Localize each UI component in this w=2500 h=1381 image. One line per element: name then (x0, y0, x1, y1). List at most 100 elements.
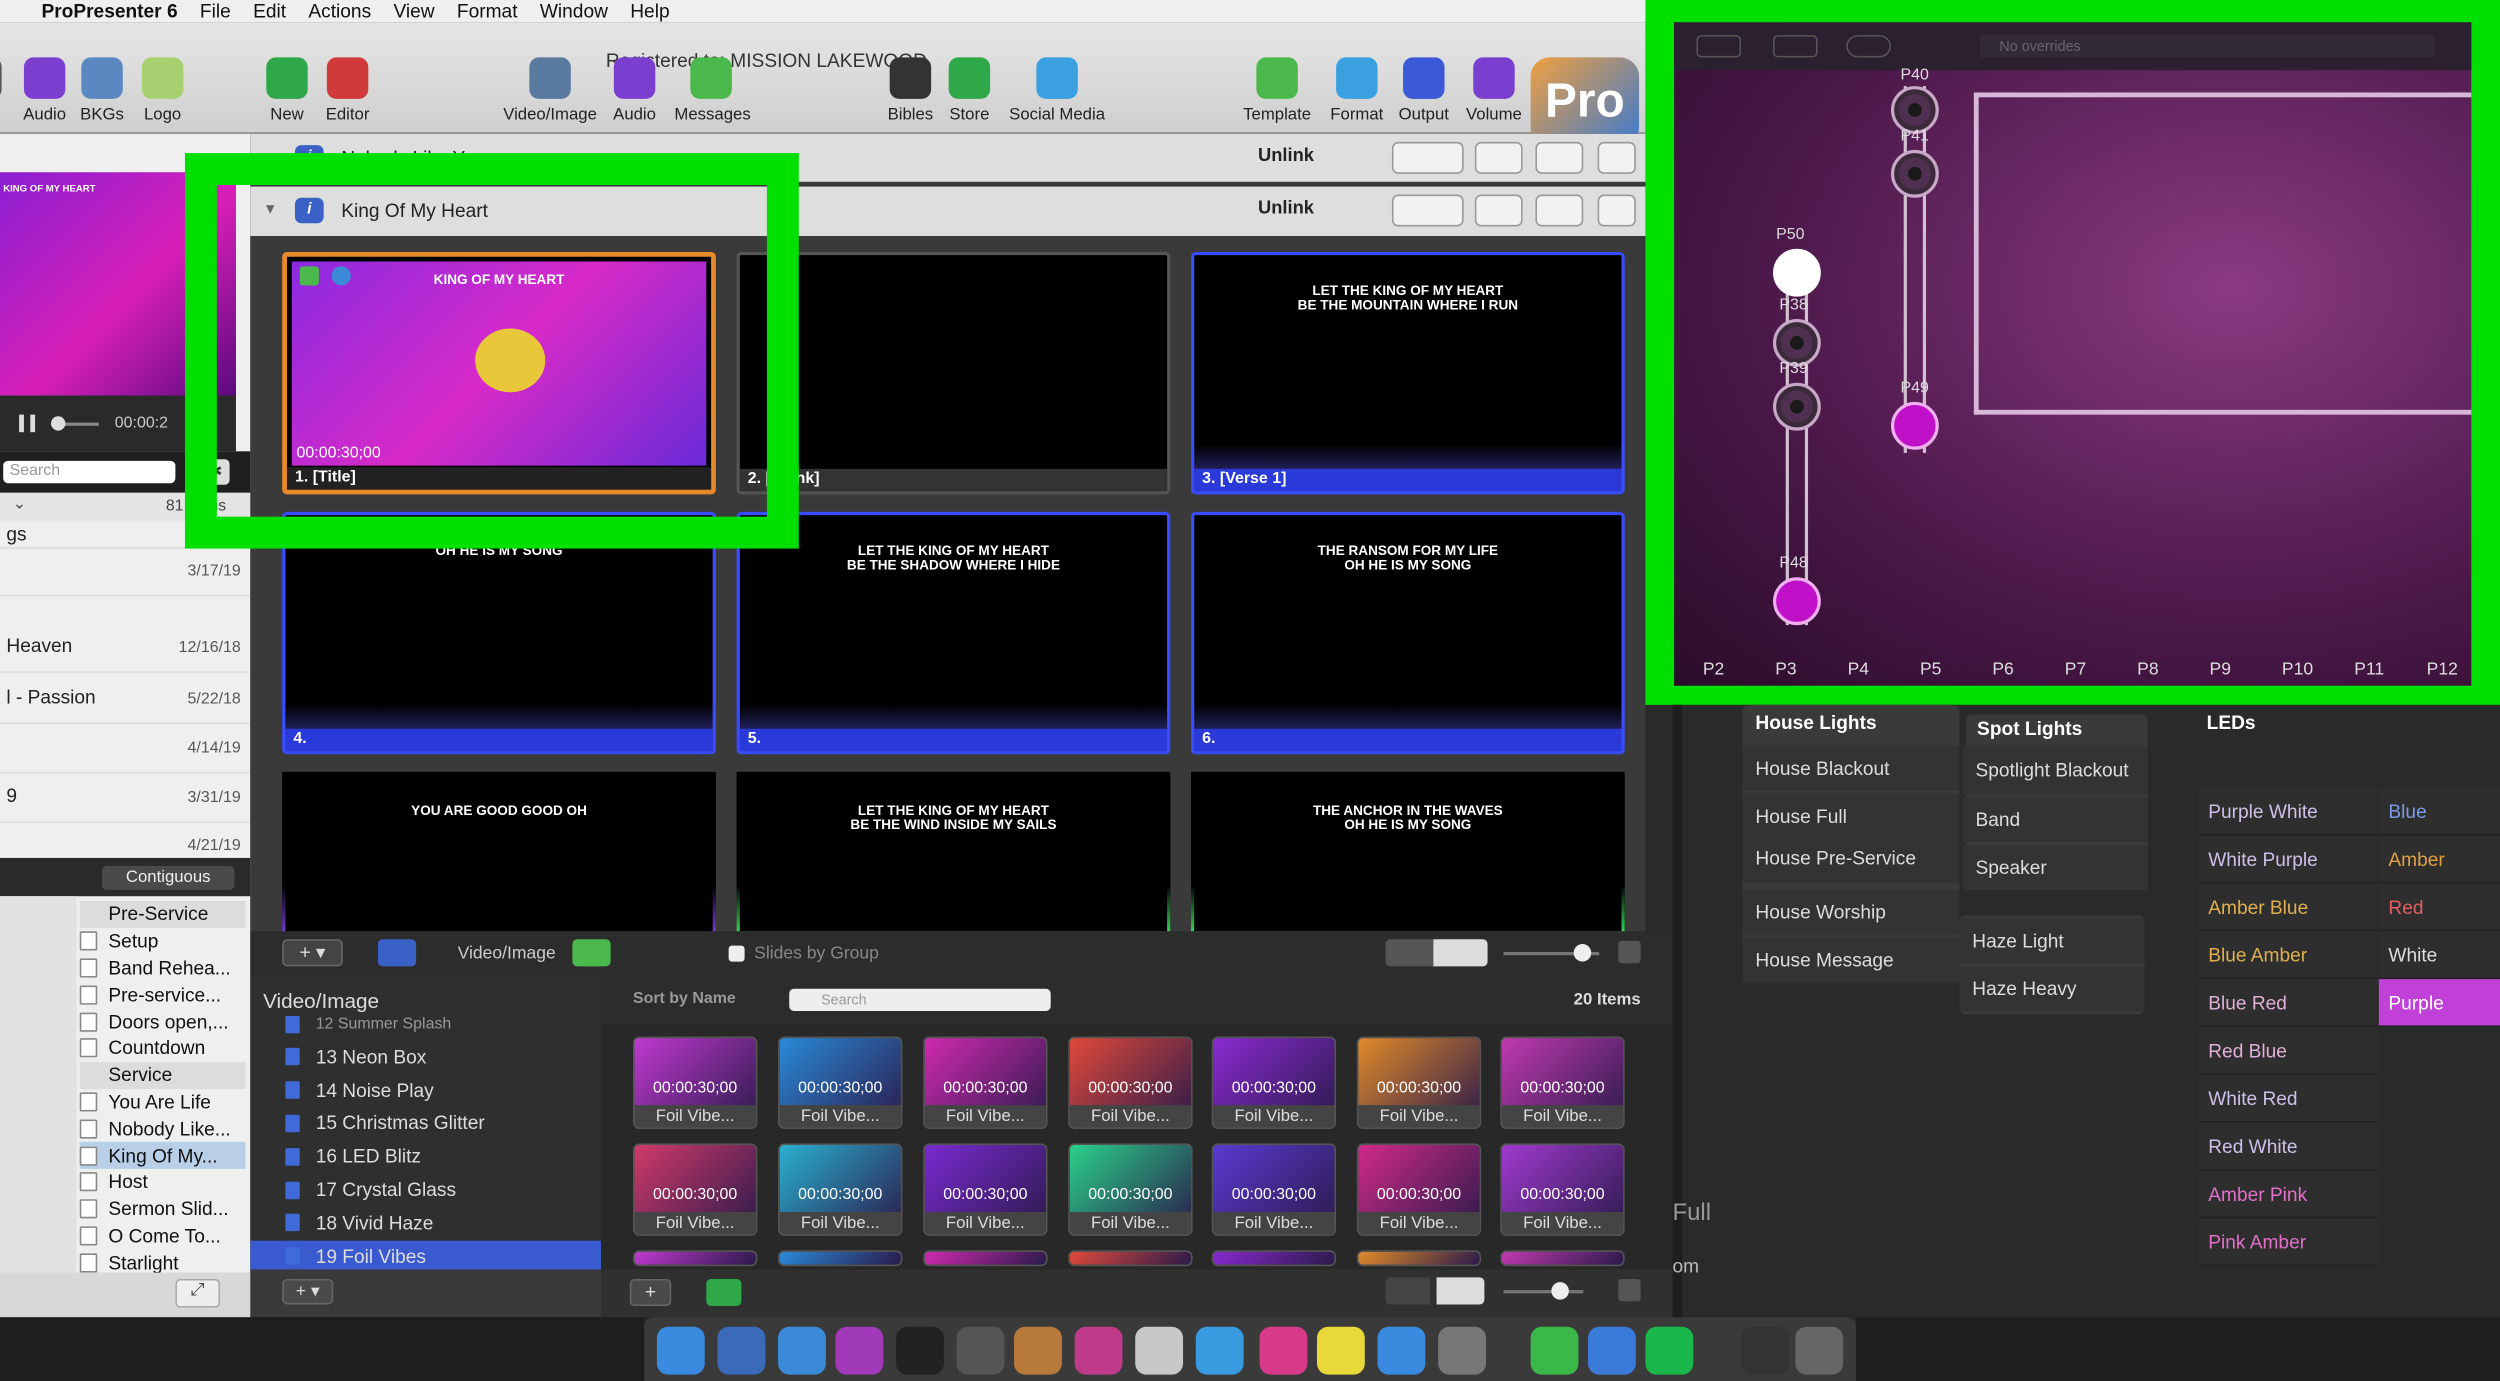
led-cue[interactable]: White Red (2198, 1074, 2378, 1123)
media-thumbnail[interactable]: 00:00:30;00 Foil Vibe... (632, 1036, 758, 1130)
library-row[interactable]: Heaven 12/16/18 (0, 625, 251, 673)
appstore-icon[interactable] (1377, 1326, 1426, 1375)
library-search-input[interactable]: Search (3, 460, 176, 484)
playlist-item[interactable]: Band Rehea... (79, 955, 246, 982)
media-playlist-item[interactable]: 19 Foil Vibes (250, 1240, 602, 1272)
led-cue[interactable]: Pink Amber (2198, 1218, 2378, 1267)
toolbar-volume-button[interactable]: Volume (1457, 57, 1530, 124)
spotify-icon[interactable] (1645, 1326, 1694, 1375)
toolbar-template-button[interactable]: Template (1240, 57, 1313, 124)
zoom-slider-knob[interactable] (1573, 944, 1592, 962)
playlist-item[interactable]: King Of My... (79, 1142, 246, 1169)
media-thumbnail[interactable]: 00:00:30;00 Foil Vibe... (923, 1036, 1048, 1130)
slides-by-group-checkbox[interactable] (728, 945, 745, 962)
menu-help[interactable]: Help (630, 0, 669, 22)
spot-cue[interactable]: Band (1962, 797, 2148, 843)
preferences-icon[interactable] (1438, 1326, 1486, 1375)
media-thumbnail[interactable] (1356, 1250, 1482, 1267)
menu-file[interactable]: File (200, 0, 231, 22)
slide-6[interactable]: THE RANSOM FOR MY LIFE OH HE IS MY SONG 6… (1191, 511, 1625, 755)
haze-cue[interactable]: Haze Heavy (1959, 966, 2145, 1012)
safari-icon[interactable] (1195, 1326, 1244, 1375)
media-thumbnail[interactable] (923, 1250, 1048, 1267)
toolbar-editor-button[interactable]: Editor (311, 57, 384, 124)
light-fixture[interactable] (1890, 401, 1939, 450)
playlist-item[interactable]: Pre-Service (79, 901, 246, 928)
led-cue[interactable]: Purple White (2198, 787, 2378, 836)
media-playlist-item[interactable]: 13 Neon Box (285, 1041, 426, 1073)
led-cue[interactable]: Amber Pink (2198, 1170, 2378, 1219)
add-slide-button[interactable]: + ▾ (282, 939, 343, 967)
chevron-down-icon[interactable]: ⌄ (13, 496, 26, 514)
slide-2[interactable]: 2. [Blank] (736, 251, 1171, 495)
capsule-icon[interactable] (1846, 35, 1891, 58)
media-thumbnail[interactable]: 00:00:30;00 Foil Vibe... (1211, 1143, 1337, 1236)
led-cue[interactable]: Amber Blue (2198, 883, 2378, 932)
spot-cue[interactable]: Speaker (1962, 845, 2148, 890)
media-thumbnail[interactable]: 00:00:30;00 Foil Vibe... (923, 1143, 1048, 1236)
playlist-item[interactable]: Host (79, 1169, 246, 1196)
unlink-button[interactable]: Unlink (1258, 199, 1314, 218)
media-thumbnail[interactable]: 00:00:30;00 Foil Vibe... (1068, 1143, 1193, 1236)
slide-3[interactable]: LET THE KING OF MY HEART BE THE MOUNTAIN… (1191, 251, 1625, 495)
add-playlist-button[interactable]: + ▾ (282, 1278, 334, 1305)
columns-icon[interactable] (1772, 35, 1818, 58)
playlist-item[interactable]: Nobody Like... (79, 1115, 246, 1142)
led-cue[interactable]: Red Blue (2198, 1026, 2378, 1075)
ableton-live-icon[interactable] (778, 1326, 826, 1375)
media-playlist-item[interactable]: 12 Summer Splash (285, 1008, 451, 1040)
app-menu[interactable]: ProPresenter 6 (41, 0, 177, 22)
media-playlist-item[interactable]: 18 Vivid Haze (285, 1207, 433, 1239)
library-row[interactable]: 3/17/19 (0, 549, 251, 597)
toolbar-output-button[interactable]: Output (1387, 57, 1460, 124)
screen-icon[interactable] (1741, 1326, 1789, 1375)
propresenter-icon[interactable] (717, 1326, 766, 1375)
slide-count-icon[interactable] (1535, 194, 1584, 227)
lightkey-icon[interactable] (835, 1326, 884, 1375)
house-cue[interactable]: House Pre-Service (1742, 832, 1960, 884)
thumb-size-knob[interactable] (1551, 1282, 1569, 1300)
media-thumbnail[interactable] (1068, 1250, 1193, 1267)
grid-view-button[interactable] (1385, 939, 1434, 967)
garageband-icon[interactable] (1014, 1326, 1062, 1375)
media-thumbnail[interactable]: 00:00:30;00 Foil Vibe... (778, 1143, 903, 1236)
media-thumbnail[interactable]: 00:00:30;00 Foil Vibe... (632, 1143, 758, 1236)
expand-icon[interactable]: ⤢ (175, 1278, 221, 1308)
video-image-toggle[interactable] (572, 939, 611, 967)
add-media-button[interactable]: + (629, 1278, 672, 1307)
light-fixture[interactable] (1772, 382, 1821, 431)
fullscreen-icon[interactable] (1618, 940, 1641, 964)
trash-icon[interactable] (1795, 1326, 1844, 1375)
media-thumbnail[interactable] (1500, 1250, 1625, 1267)
thumb-size-slider[interactable] (1503, 1290, 1584, 1294)
slide-5[interactable]: LET THE KING OF MY HEART BE THE SHADOW W… (736, 511, 1171, 755)
playlist-item[interactable]: You Are Life (79, 1089, 246, 1116)
led-cue[interactable]: Blue Red (2198, 979, 2378, 1027)
media-thumbnail[interactable]: 00:00:30;00 Foil Vibe... (778, 1036, 903, 1130)
media-type-icon[interactable] (706, 1278, 742, 1307)
led-cue[interactable]: Amber (2378, 835, 2500, 884)
playlist-item[interactable]: Sermon Slid... (79, 1196, 246, 1223)
menu-edit[interactable]: Edit (253, 0, 286, 22)
video-image-icon[interactable] (377, 939, 417, 967)
library-row[interactable]: l - Passion 5/22/18 (0, 676, 251, 724)
library-row[interactable]: 9 3/31/19 (0, 775, 251, 823)
route-icon[interactable] (1696, 35, 1742, 58)
app-icon[interactable] (956, 1326, 1005, 1375)
led-cue[interactable]: White (2378, 931, 2500, 980)
list-view-button[interactable] (1436, 1277, 1485, 1305)
fullscreen-icon[interactable] (1618, 1278, 1641, 1302)
slide-9[interactable]: THE ANCHOR IN THE WAVES OH HE IS MY SONG (1191, 771, 1625, 935)
chrome-icon[interactable] (1588, 1326, 1636, 1375)
led-cue[interactable]: Red White (2198, 1122, 2378, 1171)
media-thumbnail[interactable] (778, 1250, 903, 1267)
list-view-button[interactable] (1433, 939, 1488, 967)
house-cue[interactable]: House Worship (1742, 889, 1960, 935)
media-playlist-item[interactable]: 16 LED Blitz (285, 1141, 421, 1173)
media-playlist-item[interactable]: 14 Noise Play (285, 1074, 434, 1106)
overrides-field[interactable]: No overrides (1980, 35, 2435, 58)
media-thumbnail[interactable]: 00:00:30;00 Foil Vibe... (1356, 1143, 1482, 1236)
media-playlist-item[interactable]: 15 Christmas Glitter (285, 1107, 485, 1139)
toolbar-store-button[interactable]: Store (933, 57, 1006, 124)
piano-icon[interactable] (896, 1326, 944, 1375)
